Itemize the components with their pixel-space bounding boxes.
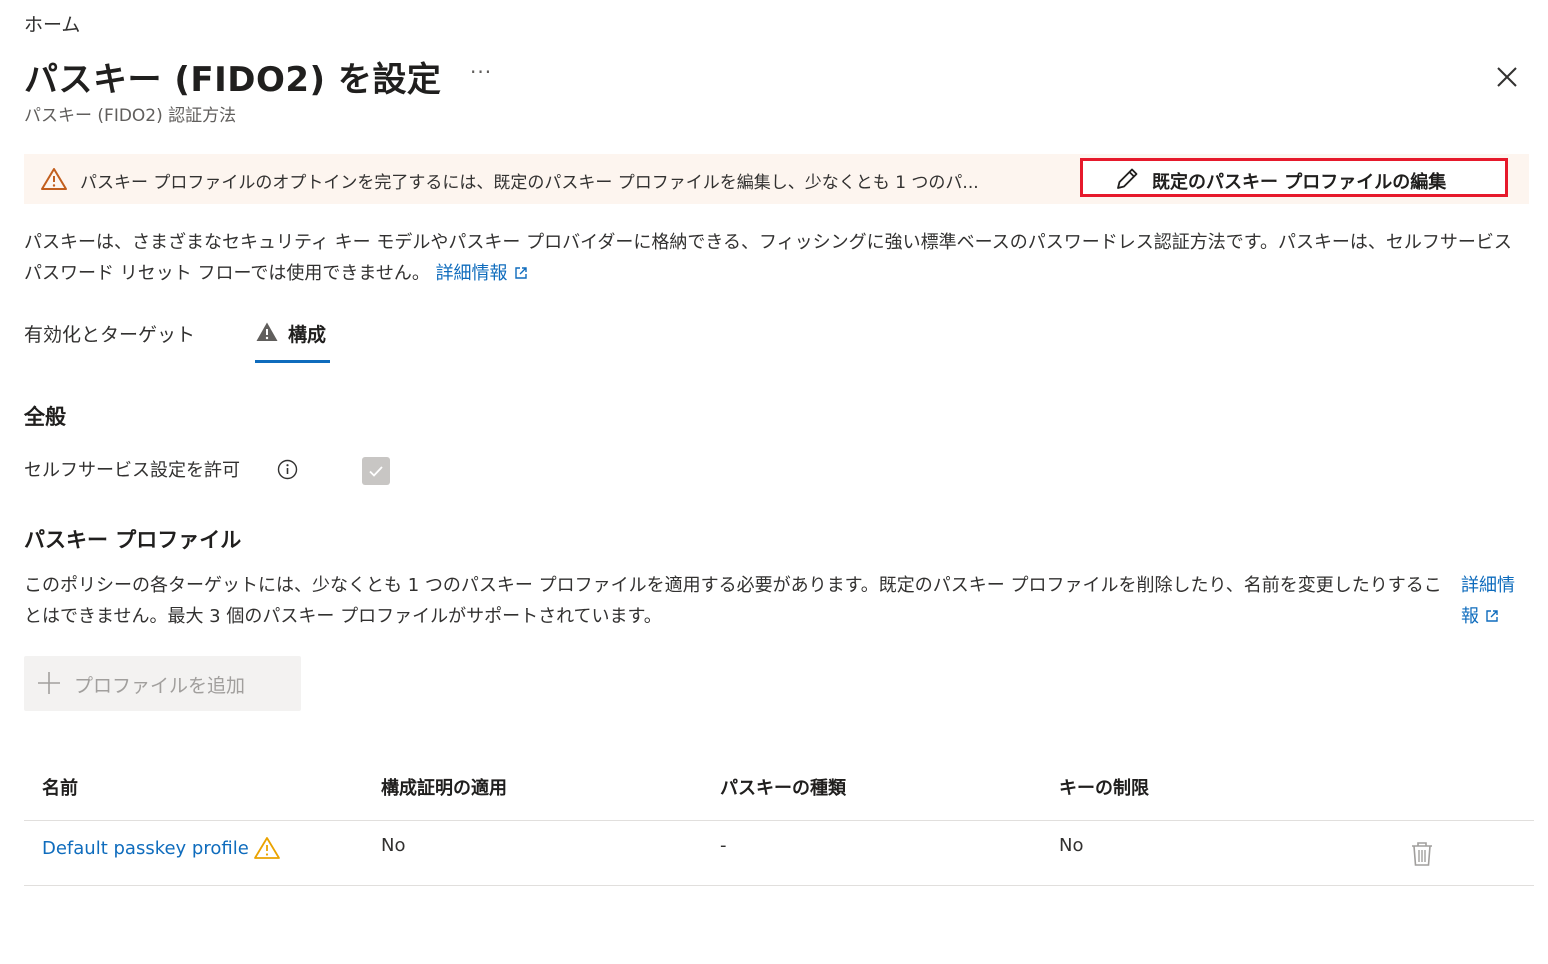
passkey-profiles-description: このポリシーの各ターゲットには、少なくとも 1 つのパスキー プロファイルを適用…: [24, 575, 1442, 627]
allow-self-service-label: セルフサービス設定を許可: [24, 460, 240, 481]
more-options-button[interactable]: ···: [470, 60, 492, 84]
add-profile-label: プロファイルを追加: [74, 675, 246, 697]
tab-enable-and-target[interactable]: 有効化とターゲット: [24, 320, 195, 347]
info-icon[interactable]: [277, 459, 298, 480]
external-link-icon: [514, 267, 527, 279]
warning-banner-text: パスキー プロファイルのオプトインを完了するには、既定のパスキー プロファイルを…: [80, 173, 979, 193]
warning-icon: [253, 835, 281, 861]
method-description-text: パスキーは、さまざまなセキュリティ キー モデルやパスキー プロバイダーに格納で…: [24, 232, 1512, 284]
table-cell-key-restriction: No: [1059, 835, 1084, 856]
page-title: パスキー (FIDO2) を設定: [24, 60, 442, 100]
column-header-passkey-type[interactable]: パスキーの種類: [720, 774, 846, 800]
column-header-key-restriction[interactable]: キーの制限: [1059, 774, 1149, 800]
warning-filled-icon: [255, 320, 279, 344]
column-header-name[interactable]: 名前: [42, 774, 78, 800]
pencil-icon: [1114, 166, 1140, 192]
external-link-icon: [1486, 610, 1498, 622]
table-header-divider: [24, 820, 1534, 821]
tab-configure[interactable]: 構成: [288, 320, 326, 347]
table-row-divider: [24, 885, 1534, 886]
breadcrumb-home[interactable]: ホーム: [24, 10, 80, 37]
table-cell-attestation: No: [381, 835, 406, 856]
delete-profile-button[interactable]: [1409, 840, 1435, 868]
method-description: パスキーは、さまざまなセキュリティ キー モデルやパスキー プロバイダーに格納で…: [24, 227, 1514, 289]
learn-more-link[interactable]: 詳細情報: [436, 263, 528, 284]
close-button[interactable]: [1490, 60, 1524, 94]
checkmark-icon: [369, 466, 383, 477]
table-row-name-link[interactable]: Default passkey profile: [42, 838, 249, 859]
selected-tab-indicator: [255, 360, 330, 363]
table-cell-passkey-type: -: [720, 835, 727, 856]
allow-self-service-checkbox[interactable]: [362, 457, 390, 485]
passkey-profiles-learn-more-link[interactable]: 詳細情報: [1461, 575, 1515, 627]
general-heading: 全般: [24, 405, 66, 429]
trash-icon: [1412, 842, 1432, 866]
passkey-profiles-learn-more[interactable]: 詳細情報: [1461, 570, 1531, 632]
close-icon: [1497, 67, 1517, 87]
column-header-attestation[interactable]: 構成証明の適用: [381, 774, 507, 800]
plus-icon: [36, 670, 62, 696]
page-subtitle: パスキー (FIDO2) 認証方法: [24, 106, 237, 126]
edit-default-passkey-profile-label: 既定のパスキー プロファイルの編集: [1152, 172, 1447, 193]
passkey-profiles-heading: パスキー プロファイル: [24, 528, 242, 552]
warning-icon: [40, 166, 68, 192]
